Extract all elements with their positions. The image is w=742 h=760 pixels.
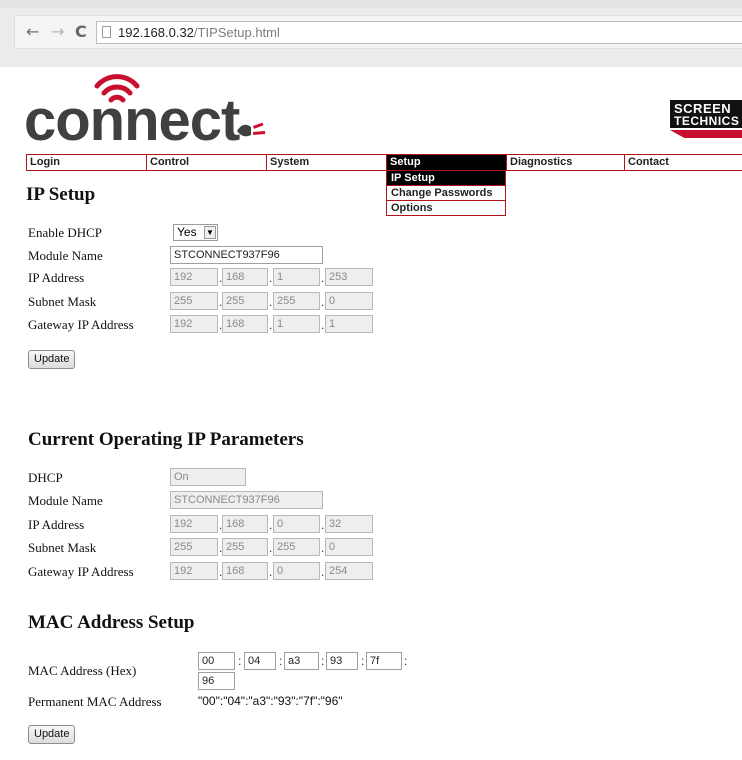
current-mask-label: Subnet Mask [28,540,97,555]
mac-octet-2[interactable]: 04 [244,652,276,670]
current-gw-label: Gateway IP Address [28,564,134,579]
enable-dhcp-label: Enable DHCP [28,225,103,240]
subnet-mask-label: Subnet Mask [28,294,97,309]
current-gw-octet-3: 0 [273,562,320,580]
mac-octet-4[interactable]: 93 [326,652,358,670]
ip-octet-4[interactable]: 253 [325,268,373,286]
module-name-label: Module Name [28,248,103,263]
current-ip-octet-2: 168 [222,515,268,533]
mask-octet-3[interactable]: 255 [273,292,320,310]
nav-control[interactable]: Control [147,155,267,170]
mask-octet-4[interactable]: 0 [325,292,373,310]
current-dhcp-value: On [170,468,246,486]
plug-icon [237,122,266,137]
nav-diagnostics[interactable]: Diagnostics [507,155,625,170]
current-gw-octet-1: 192 [170,562,218,580]
ip-octet-2[interactable]: 168 [222,268,268,286]
connect-logo: connect [24,88,240,153]
nav-system[interactable]: System [267,155,387,170]
page-icon [102,26,111,38]
mac-setup-title: MAC Address Setup [28,612,195,633]
nav-contact[interactable]: Contact [625,155,742,170]
gw-octet-3[interactable]: 1 [273,315,320,333]
nav-login[interactable]: Login [27,155,147,170]
mac-octet-6[interactable]: 96 [198,672,235,690]
current-ip-label: IP Address [28,517,85,532]
back-arrow-icon[interactable]: ← [26,22,39,41]
mac-hex-label: MAC Address (Hex) [28,663,137,678]
ip-address-label: IP Address [28,270,85,285]
current-dhcp-label: DHCP [28,470,63,485]
gw-octet-2[interactable]: 168 [222,315,268,333]
submenu-change-passwords[interactable]: Change Passwords [387,186,505,201]
ip-octet-3[interactable]: 1 [273,268,320,286]
current-module-label: Module Name [28,493,103,508]
current-ip-octet-3: 0 [273,515,320,533]
mac-octet-3[interactable]: a3 [284,652,319,670]
mac-update-button[interactable]: Update [28,725,76,744]
current-mask-octet-3: 255 [273,538,320,556]
chevron-down-icon: ▼ [204,226,216,239]
enable-dhcp-select[interactable]: Yes ▼ [173,224,218,241]
address-bar[interactable]: 192.168.0.32/TIPSetup.html [96,21,742,44]
setup-submenu: IP Setup Change Passwords Options [386,170,506,216]
current-ip-octet-4: 32 [325,515,373,533]
ip-setup-update-button[interactable]: Update [28,350,76,369]
main-nav: Login Control System Setup Diagnostics C… [26,154,742,171]
mask-octet-1[interactable]: 255 [170,292,218,310]
mac-octet-5[interactable]: 7f [366,652,402,670]
gateway-label: Gateway IP Address [28,317,134,332]
current-mask-octet-2: 255 [222,538,268,556]
current-ip-octet-1: 192 [170,515,218,533]
current-module-value: STCONNECT937F96 [170,491,323,509]
current-gw-octet-4: 254 [325,562,373,580]
url-text: 192.168.0.32/TIPSetup.html [118,22,280,43]
url-path: /TIPSetup.html [193,25,280,40]
mac-octet-1[interactable]: 00 [198,652,235,670]
nav-setup[interactable]: Setup [387,155,507,170]
reload-icon[interactable]: C [75,22,87,41]
gw-octet-1[interactable]: 192 [170,315,218,333]
ip-octet-1[interactable]: 192 [170,268,218,286]
forward-arrow-icon[interactable]: → [51,22,64,41]
submenu-options[interactable]: Options [387,201,505,216]
permanent-mac-label: Permanent MAC Address [28,694,162,709]
current-params-title: Current Operating IP Parameters [28,429,304,450]
brand-text-technics: TECHNICS [674,114,740,128]
module-name-input[interactable]: STCONNECT937F96 [170,246,323,264]
submenu-ip-setup[interactable]: IP Setup [387,171,505,186]
ip-setup-title: IP Setup [26,184,96,205]
current-mask-octet-1: 255 [170,538,218,556]
permanent-mac-value: "00":"04":"a3":"93":"7f":"96" [198,694,343,708]
gw-octet-4[interactable]: 1 [325,315,373,333]
current-mask-octet-4: 0 [325,538,373,556]
url-host: 192.168.0.32 [118,25,194,40]
enable-dhcp-value: Yes [177,225,197,239]
mask-octet-2[interactable]: 255 [222,292,268,310]
current-gw-octet-2: 168 [222,562,268,580]
